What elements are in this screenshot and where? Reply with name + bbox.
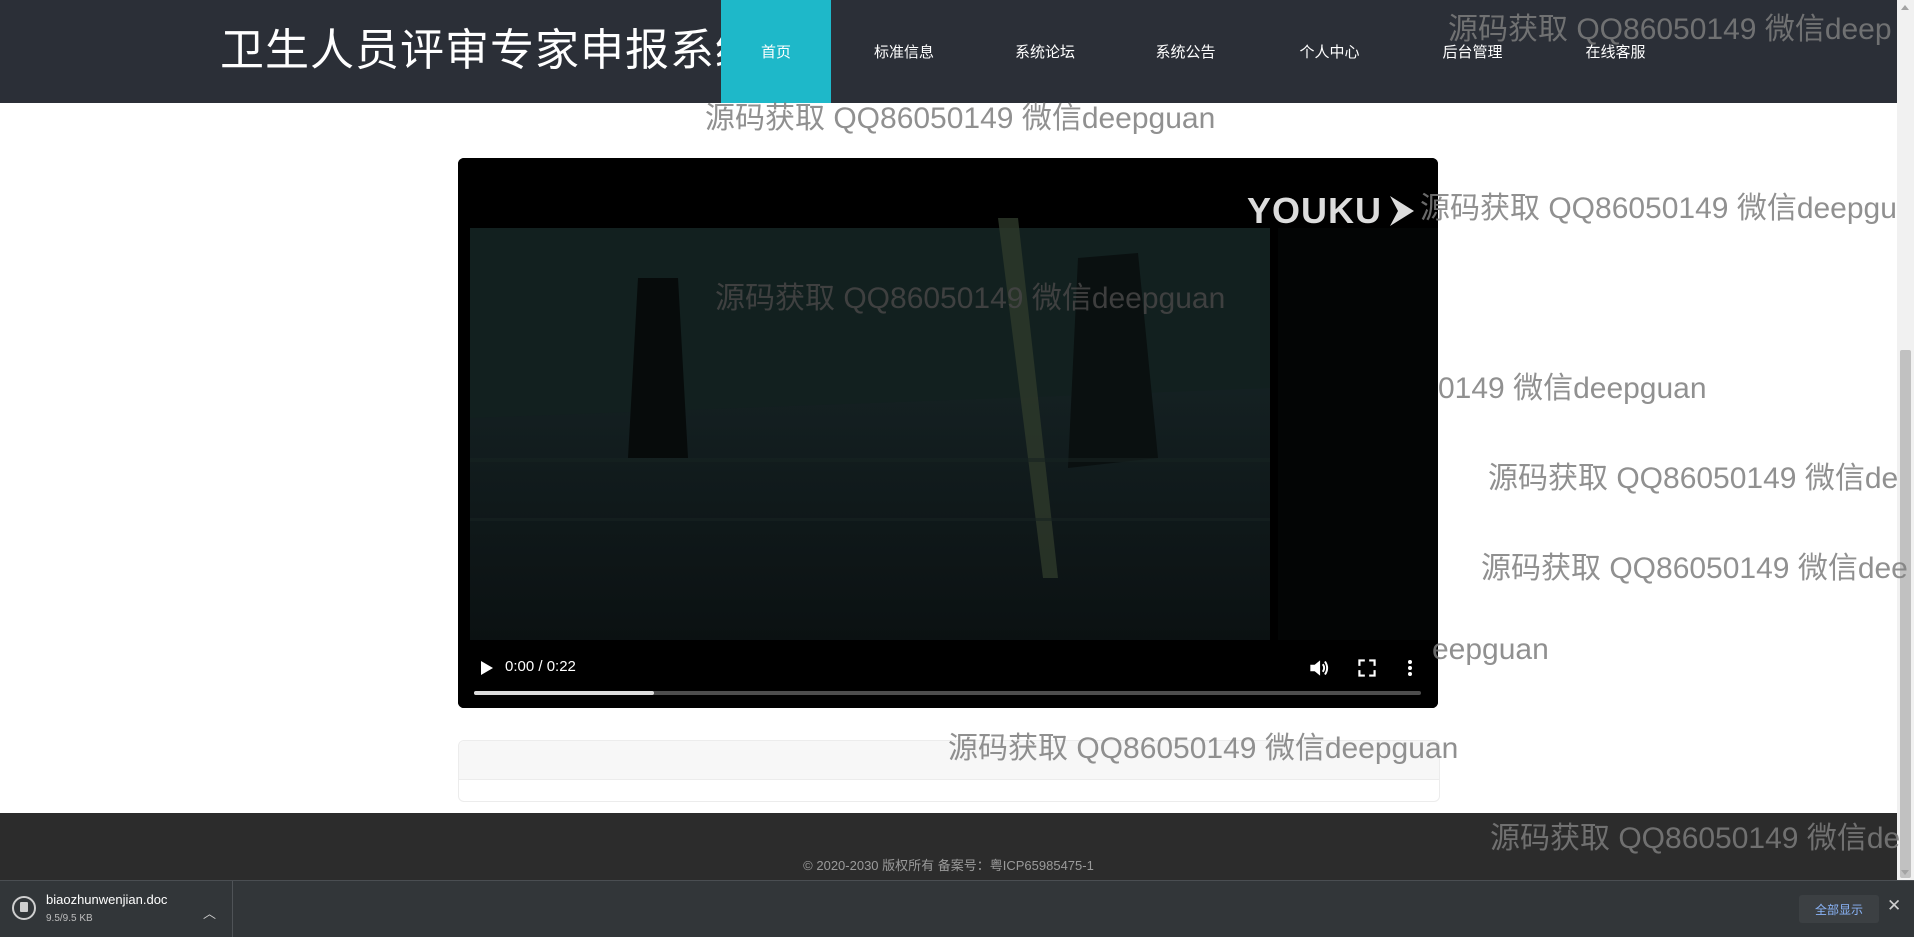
show-all-button[interactable]: 全部显示 xyxy=(1799,895,1879,923)
page-scrollbar[interactable] xyxy=(1897,0,1914,880)
watermark-text: 源码获取 QQ86050149 微信de xyxy=(1488,462,1899,495)
play-icon[interactable] xyxy=(474,656,498,680)
watermark-text: eepguan xyxy=(1432,633,1549,666)
download-file-name: biaozhunwenjian.doc xyxy=(46,892,168,907)
nav-forum[interactable]: 系统论坛 xyxy=(977,0,1113,103)
content-card-header xyxy=(459,741,1439,780)
youku-logo: YOUKU xyxy=(1247,190,1416,232)
more-options-icon[interactable] xyxy=(1400,655,1420,681)
chevron-up-icon[interactable]: ︿ xyxy=(203,903,216,922)
main-nav: 首页 标准信息 系统论坛 系统公告 个人中心 后台管理 在线客服 xyxy=(721,0,1687,103)
close-icon[interactable]: ✕ xyxy=(1887,896,1909,922)
scroll-down-arrow-icon[interactable] xyxy=(1901,870,1909,875)
content-card xyxy=(458,740,1440,802)
video-frame xyxy=(458,158,1438,708)
nav-admin[interactable]: 后台管理 xyxy=(1401,0,1544,103)
watermark-text: 源码获取 QQ86050149 微信dee xyxy=(1481,552,1908,585)
volume-icon[interactable] xyxy=(1306,655,1332,681)
nav-announcements[interactable]: 系统公告 xyxy=(1113,0,1258,103)
video-time: 0:00 / 0:22 xyxy=(505,658,576,675)
nav-customer-service[interactable]: 在线客服 xyxy=(1544,0,1687,103)
file-icon xyxy=(12,896,36,920)
fullscreen-icon[interactable] xyxy=(1354,655,1380,681)
site-title: 卫生人员评审专家申报系统 xyxy=(220,26,760,75)
download-item[interactable]: biaozhunwenjian.doc 9.5/9.5 KB ︿ xyxy=(0,881,233,937)
site-header: 卫生人员评审专家申报系统 首页 标准信息 系统论坛 系统公告 个人中心 后台管理… xyxy=(0,0,1897,103)
copyright-text: © 2020-2030 版权所有 备案号：粤ICP65985475-1 xyxy=(803,858,1094,873)
site-footer: © 2020-2030 版权所有 备案号：粤ICP65985475-1 xyxy=(0,813,1897,880)
scroll-up-arrow-icon[interactable] xyxy=(1901,5,1909,10)
watermark-text: 源码获取 QQ86050149 微信deepgu xyxy=(1420,192,1897,225)
video-progress-fill xyxy=(474,691,654,695)
scroll-thumb[interactable] xyxy=(1900,350,1911,878)
nav-home[interactable]: 首页 xyxy=(721,0,831,103)
play-arrow-icon xyxy=(1390,196,1414,226)
video-controls: 0:00 / 0:22 xyxy=(458,636,1438,708)
video-player[interactable]: YOUKU 0:00 / 0:22 xyxy=(458,158,1438,708)
video-progress-bar[interactable] xyxy=(474,691,1421,695)
download-bar: biaozhunwenjian.doc 9.5/9.5 KB ︿ 全部显示 ✕ xyxy=(0,880,1914,937)
download-file-size: 9.5/9.5 KB xyxy=(46,913,93,924)
watermark-text: 0149 微信deepguan xyxy=(1438,372,1707,405)
youku-logo-text: YOUKU xyxy=(1246,190,1382,231)
nav-standards[interactable]: 标准信息 xyxy=(831,0,977,103)
nav-personal-center[interactable]: 个人中心 xyxy=(1258,0,1401,103)
